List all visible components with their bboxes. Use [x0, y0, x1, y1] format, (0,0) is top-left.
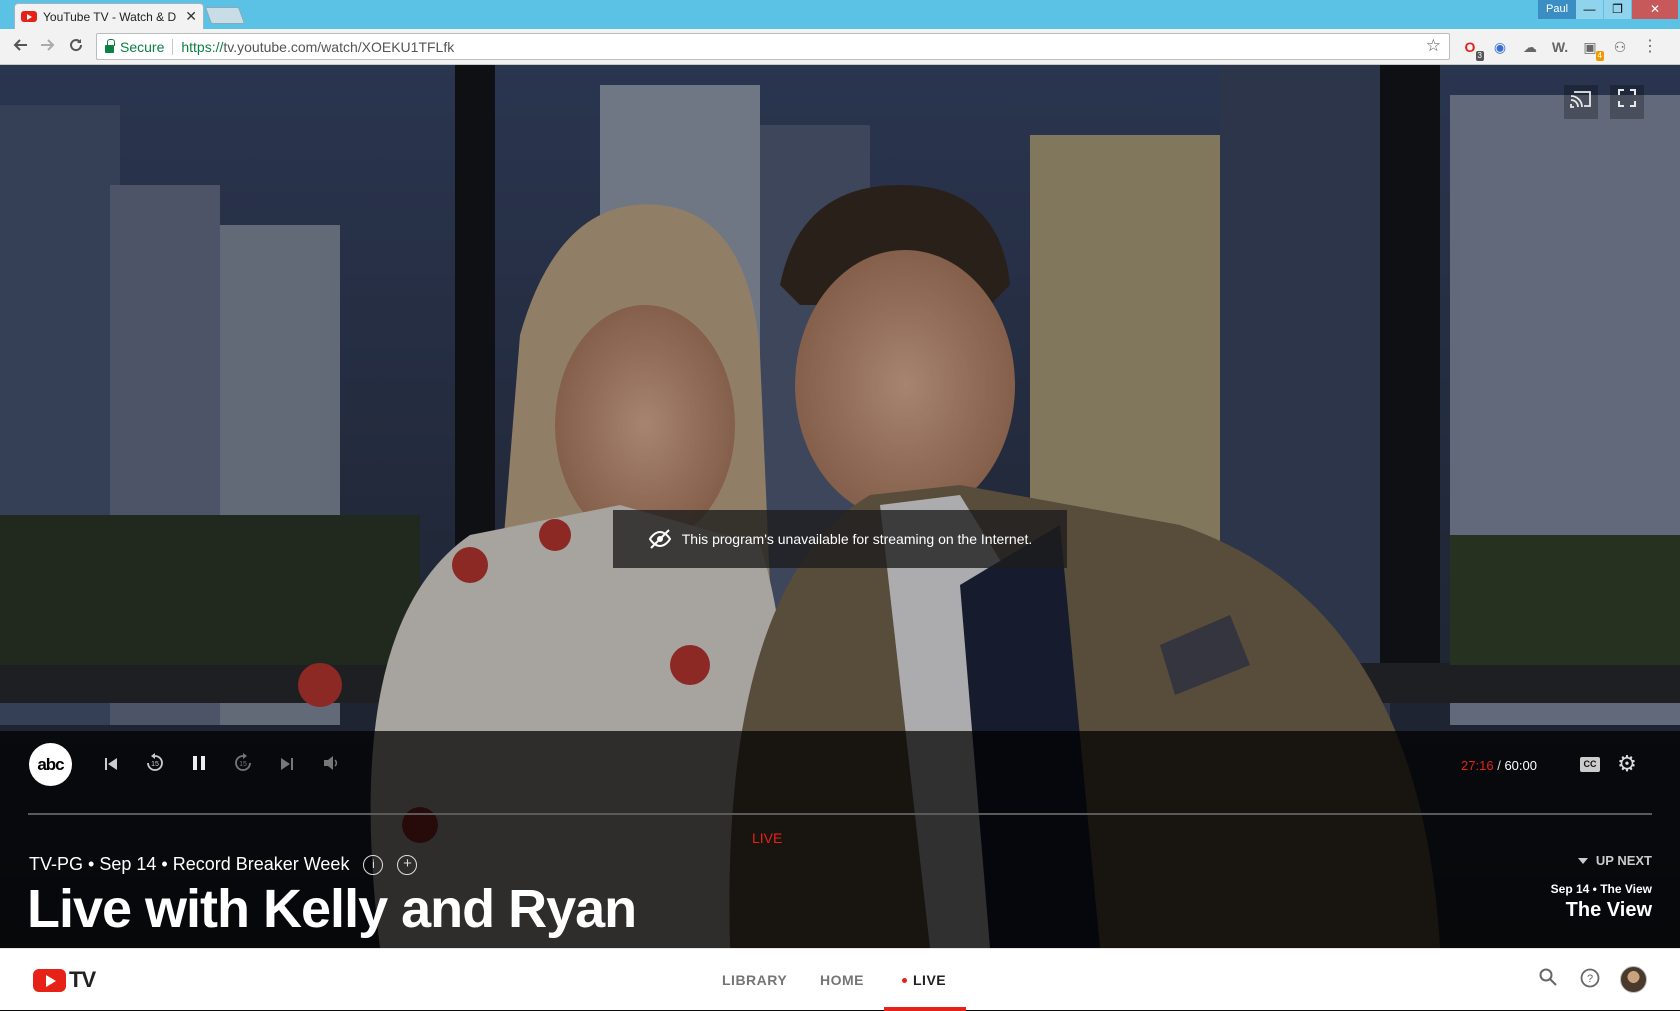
nav-library[interactable]: LIBRARY — [722, 972, 787, 988]
settings-gear-icon[interactable]: ⚙ — [1614, 751, 1640, 777]
arrow-right-icon — [41, 39, 55, 51]
player-top-controls — [1564, 85, 1644, 119]
logo-text: TV — [69, 967, 96, 992]
video-player[interactable]: This program's unavailable for streaming… — [0, 65, 1680, 948]
browser-tab-strip: YouTube TV - Watch & D ✕ Paul — ❐ ✕ — [0, 0, 1680, 29]
arrow-left-icon — [13, 39, 27, 51]
air-date: Sep 14 — [99, 854, 157, 874]
search-icon[interactable] — [1536, 968, 1560, 992]
volume-icon — [324, 756, 338, 770]
extension-5-icon[interactable]: ▣ 4 — [1580, 37, 1604, 61]
up-next-toggle[interactable]: UP NEXT — [1577, 853, 1652, 868]
nav-live[interactable]: LIVE — [902, 972, 946, 988]
reload-button[interactable] — [64, 35, 88, 59]
back-button[interactable] — [8, 35, 32, 59]
cloud-extension-icon[interactable]: ☁ — [1520, 37, 1540, 57]
nav-live-label: LIVE — [913, 972, 947, 988]
secure-label: Secure — [120, 38, 165, 55]
live-indicator: LIVE — [752, 830, 783, 846]
skip-next-icon — [281, 758, 293, 770]
skip-previous-icon — [105, 758, 117, 770]
up-next-label: UP NEXT — [1595, 853, 1652, 868]
address-bar[interactable]: Secure https://tv.youtube.com/watch/XOEK… — [96, 33, 1450, 60]
unavailable-message: This program's unavailable for streaming… — [613, 510, 1067, 568]
meta-separator: • — [88, 854, 95, 874]
forward-15-button[interactable]: 15 — [230, 753, 256, 779]
rating: TV-PG — [29, 854, 84, 874]
cast-icon[interactable] — [1564, 85, 1598, 119]
help-icon[interactable]: ? — [1578, 968, 1602, 992]
unavailable-message-text: This program's unavailable for streaming… — [681, 531, 1033, 547]
extension-badge: 4 — [1595, 51, 1604, 61]
opera-extension-icon[interactable]: O3 — [1460, 37, 1484, 61]
svg-text:15: 15 — [239, 761, 247, 768]
youtube-tv-logo[interactable]: TV — [33, 967, 96, 993]
add-to-library-icon[interactable]: + — [397, 854, 418, 875]
chevron-down-icon — [1577, 857, 1588, 864]
extension-badge: 3 — [1475, 51, 1484, 61]
time-display: 27:16 / 60:00 — [1461, 758, 1537, 773]
pause-icon — [193, 756, 205, 770]
tab-title: YouTube TV - Watch & D — [43, 9, 177, 24]
up-next-title[interactable]: The View — [1566, 899, 1652, 922]
program-meta: TV-PG • Sep 14 • Record Breaker Week i + — [29, 854, 418, 875]
new-tab-button[interactable] — [204, 7, 246, 24]
skip-next-button[interactable] — [274, 753, 300, 779]
browser-menu-icon[interactable]: ⋮ — [1640, 37, 1660, 57]
window-close-button[interactable]: ✕ — [1632, 0, 1678, 19]
skip-previous-button[interactable] — [98, 753, 124, 779]
window-minimize-button[interactable]: — — [1576, 0, 1603, 19]
browser-tab[interactable]: YouTube TV - Watch & D ✕ — [14, 3, 204, 29]
reload-icon — [70, 39, 83, 52]
window-user-badge[interactable]: Paul — [1538, 0, 1577, 19]
nav-home[interactable]: HOME — [820, 972, 864, 988]
omnibox-divider — [172, 38, 174, 55]
word-extension-icon[interactable]: W. — [1550, 37, 1570, 57]
forward-button[interactable] — [36, 35, 60, 59]
svg-text:15: 15 — [151, 761, 159, 768]
pause-button[interactable] — [186, 753, 212, 779]
player-control-bar: abc 15 15 27:16 / 60:00 CC ⚙ LIVE TV-PG — [0, 731, 1680, 948]
forward-15-icon: 15 — [235, 753, 251, 771]
show-title: Live with Kelly and Ryan — [27, 879, 637, 939]
bottom-navigation: TV LIBRARY HOME LIVE ? — [0, 948, 1680, 1011]
url-scheme: https:// — [181, 38, 224, 55]
window-maximize-button[interactable]: ❐ — [1604, 0, 1631, 19]
svg-text:?: ? — [1587, 973, 1593, 985]
rewind-15-button[interactable]: 15 — [142, 753, 168, 779]
bookmark-star-icon[interactable]: ☆ — [1426, 36, 1441, 56]
eye-off-icon — [648, 529, 671, 549]
current-time: 27:16 — [1461, 758, 1494, 773]
tab-close-icon[interactable]: ✕ — [185, 8, 197, 25]
avatar[interactable] — [1620, 966, 1647, 993]
browser-toolbar: Secure https://tv.youtube.com/watch/XOEK… — [0, 29, 1680, 65]
info-icon[interactable]: i — [363, 854, 384, 875]
youtube-play-icon — [33, 968, 66, 992]
episode-title: Record Breaker Week — [172, 854, 350, 874]
progress-bar[interactable] — [28, 813, 1652, 815]
active-tab-indicator — [884, 1007, 966, 1011]
network-logo[interactable]: abc — [29, 743, 72, 786]
closed-captions-button[interactable]: CC — [1580, 757, 1600, 772]
total-time: 60:00 — [1504, 758, 1537, 773]
time-separator: / — [1497, 758, 1501, 773]
url-text: tv.youtube.com/watch/XOEKU1TFLfk — [223, 38, 455, 55]
live-dot-icon — [902, 978, 907, 983]
rewind-15-icon: 15 — [147, 753, 163, 771]
meta-separator: • — [161, 854, 168, 874]
up-next-date: Sep 14 • The View — [1550, 882, 1652, 896]
youtube-favicon-icon — [21, 11, 37, 22]
lock-icon — [105, 38, 115, 53]
fullscreen-icon[interactable] — [1610, 85, 1644, 119]
volume-button[interactable] — [318, 753, 344, 779]
extension-2-icon[interactable]: ◉ — [1490, 37, 1510, 57]
network-extension-icon[interactable]: ⚇ — [1610, 37, 1630, 57]
